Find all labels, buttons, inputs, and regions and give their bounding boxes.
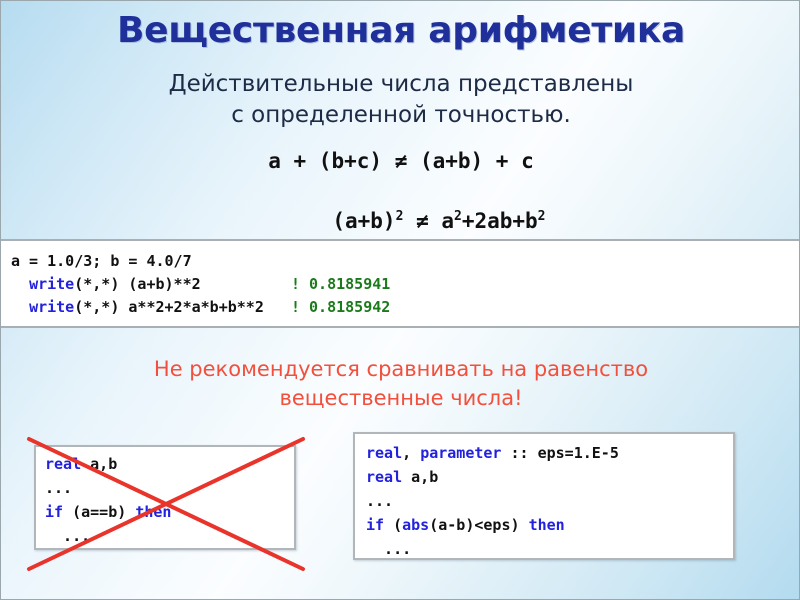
good-line-4-keyword-if: if (366, 516, 385, 534)
slide-canvas: Вещественная арифметика Действительные ч… (0, 0, 800, 600)
main-code-lines: a = 1.0/3; b = 4.0/7 write(*,*) (a+b)**2… (11, 250, 390, 319)
main-code-line-3-indent (11, 298, 29, 316)
slide-title: Вещественная арифметика (117, 10, 685, 51)
good-line-4-open: ( (384, 516, 403, 534)
warning-line-1: Не рекомендуется сравнивать на равенство (153, 357, 649, 381)
main-code-line-3-comment: ! 0.8185942 (290, 298, 391, 316)
bad-line-1-rest: a,b (81, 455, 118, 473)
main-code-line-3-pad (264, 298, 291, 316)
formula2-lhs-base: (a+b) (332, 209, 396, 233)
slide-subtitle: Действительные числа представлены с опре… (1, 69, 799, 131)
good-line-4-condition: (a-b)<eps) (429, 516, 529, 534)
formula2-rhs-a-exponent: 2 (453, 209, 462, 224)
warning-text: Не рекомендуется сравнивать на равенство… (1, 355, 799, 413)
bad-line-2: ... (45, 479, 73, 497)
good-line-3: ... (366, 492, 394, 510)
main-code-line-2-rest: (*,*) (a+b)**2 (74, 275, 201, 293)
good-line-2-rest: a,b (402, 468, 439, 486)
good-line-1-rest: :: eps=1.E-5 (501, 444, 619, 462)
bad-line-3-keyword-then: then (135, 503, 172, 521)
main-code-line-3-keyword: write (29, 298, 75, 316)
good-line-2-keyword: real (366, 468, 403, 486)
subtitle-line-2: с определенной точностью. (231, 102, 571, 128)
good-example-code-lines: real, parameter :: eps=1.E-5 real a,b ..… (366, 441, 619, 561)
formula2-rhs-middle: +2ab+b (461, 209, 538, 233)
good-line-4-keyword-abs: abs (402, 516, 430, 534)
main-code-line-2-indent (11, 275, 29, 293)
good-line-4-keyword-then: then (528, 516, 565, 534)
bad-line-4: ... (45, 527, 91, 545)
good-example-code-box: real, parameter :: eps=1.E-5 real a,b ..… (353, 432, 735, 560)
main-code-line-3-rest: (*,*) a**2+2*a*b+b**2 (74, 298, 264, 316)
formula-associativity: a + (b+c) ≠ (a+b) + c (268, 149, 534, 173)
good-line-5: ... (366, 540, 412, 558)
good-line-1-keyword-parameter: parameter (420, 444, 502, 462)
bad-example-code-lines: real a,b ... if (a==b) then ... (45, 452, 171, 548)
warning-line-2: вещественные числа! (279, 386, 523, 410)
good-line-1-keyword-real: real (366, 444, 403, 462)
main-code-line-2-pad (201, 275, 291, 293)
bad-line-1-keyword: real (45, 455, 82, 473)
main-code-line-2-comment: ! 0.8185941 (290, 275, 391, 293)
good-line-1-separator: , (402, 444, 421, 462)
main-code-line-1: a = 1.0/3; b = 4.0/7 (11, 252, 192, 270)
formula2-rhs-b-exponent: 2 (537, 209, 546, 224)
bad-line-3-condition: (a==b) (63, 503, 136, 521)
bad-example-code-box: real a,b ... if (a==b) then ... (34, 445, 296, 550)
formula2-relation: ≠ (403, 209, 442, 233)
subtitle-line-1: Действительные числа представлены (168, 71, 634, 97)
main-code-line-2-keyword: write (29, 275, 75, 293)
main-code-band: a = 1.0/3; b = 4.0/7 write(*,*) (a+b)**2… (1, 239, 799, 328)
formula2-rhs-a: a (441, 209, 454, 233)
bad-line-3-keyword-if: if (45, 503, 64, 521)
